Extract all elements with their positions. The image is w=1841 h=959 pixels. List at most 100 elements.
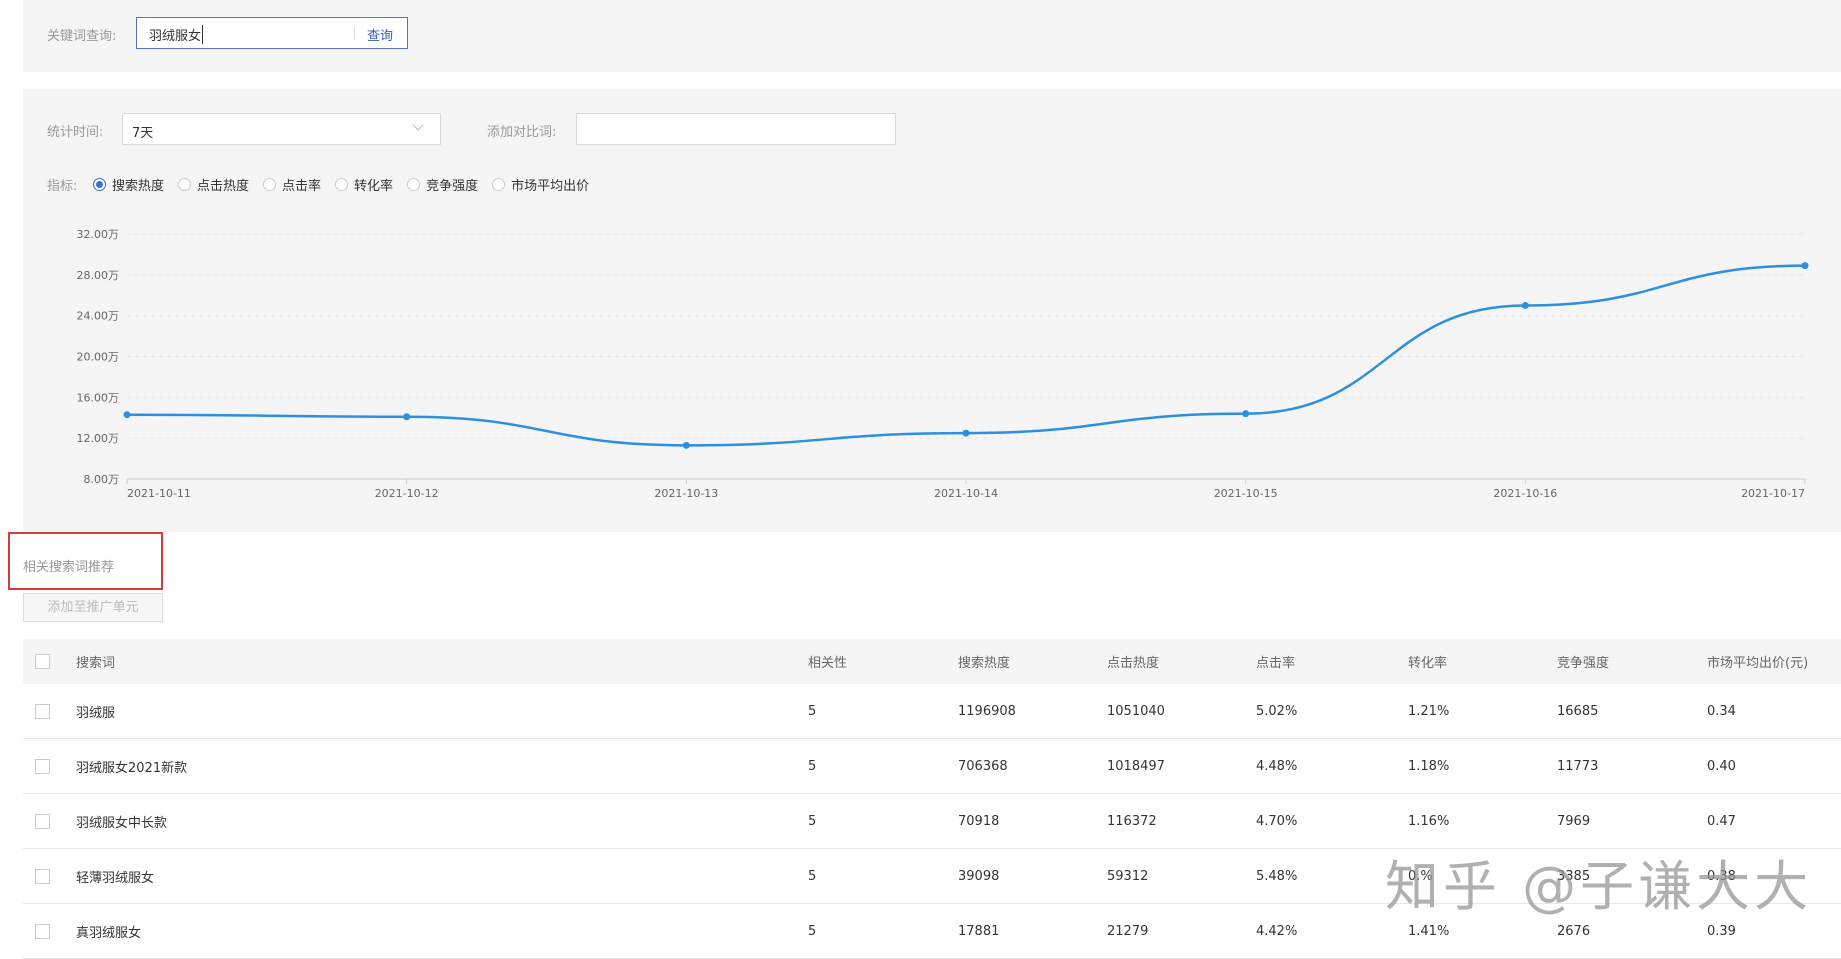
radio-icon [492,178,506,191]
column-header: 点击率 [1256,656,1296,671]
table-cell: 羽绒服 [76,705,116,721]
query-button[interactable]: 查询 [367,25,393,44]
table-cell: 17881 [958,923,1000,939]
data-point[interactable] [1242,410,1250,418]
compare-input[interactable] [576,113,896,145]
x-tick-label: 2021-10-12 [375,487,439,500]
table-cell: 70918 [958,813,1000,829]
metric-radio-group: 搜索热度 点击热度 点击率 转化率 竞争强度 市场平均出价 [93,175,603,194]
table-cell: 真羽绒服女 [76,925,142,941]
radio-label: 点击率 [282,179,322,194]
radio-click-heat[interactable]: 点击热度 [178,175,249,194]
radio-ctr[interactable]: 点击率 [263,175,321,194]
keyword-label: 关键词查询: [47,29,117,44]
table-row: 羽绒服女中长款 5 70918 116372 4.70% 1.16% 7969 0.47 [23,794,1841,849]
table-cell: 5 [808,703,817,719]
y-tick-label: 28.00万 [77,269,120,282]
row-checkbox[interactable] [35,923,50,939]
table-cell: 1196908 [958,703,1016,719]
related-title: 相关搜索词推荐 [23,560,115,575]
table-cell: 羽绒服女2021新款 [76,760,188,776]
series-line [126,264,1806,447]
table-cell: 116372 [1107,813,1157,829]
table-cell: 16685 [1557,703,1599,719]
table-cell: 5 [808,813,817,829]
y-tick-label: 20.00万 [77,351,120,364]
table-cell: 39098 [958,868,1000,884]
column-header: 搜索词 [76,656,116,671]
table-cell: 5 [808,923,817,939]
column-header: 点击热度 [1107,656,1160,671]
table-cell: 5.48% [1256,868,1298,884]
table-cell: 5.02% [1256,703,1298,719]
y-tick-label: 16.00万 [77,391,120,404]
row-checkbox[interactable] [35,868,50,884]
data-point[interactable] [123,411,131,419]
y-tick-label: 24.00万 [77,310,120,323]
column-header: 搜索热度 [958,656,1011,671]
metric-label: 指标: [47,179,78,194]
time-select[interactable]: 7天 [122,113,441,145]
add-to-unit-button[interactable]: 添加至推广单元 [23,593,163,622]
table-row: 羽绒服女2021新款 5 706368 1018497 4.48% 1.18% 11773 0… [23,739,1841,794]
radio-avg-bid[interactable]: 市场平均出价 [492,175,589,194]
radio-icon [335,178,349,191]
radio-selected-icon [93,178,106,191]
row-checkbox[interactable] [35,758,50,774]
table-cell: 59312 [1107,868,1149,884]
radio-conversion[interactable]: 转化率 [335,175,393,194]
table-cell: 4.70% [1256,813,1298,829]
x-tick-label: 2021-10-11 [127,487,191,500]
table-cell: 7969 [1557,813,1591,829]
table-cell: 1.41% [1408,923,1450,939]
add-to-unit-label: 添加至推广单元 [47,600,139,615]
table-cell: 5 [808,758,817,774]
y-tick-label: 12.00万 [77,432,120,445]
watermark: 知乎 @子谦大大 [1385,855,1813,918]
x-tick-label: 2021-10-13 [654,487,718,500]
table-cell: 706368 [958,758,1008,774]
table-cell: 1051040 [1107,703,1165,719]
x-tick-label: 2021-10-17 [1741,487,1805,500]
table-cell: 0.40 [1707,758,1736,774]
data-point[interactable] [1521,301,1529,309]
radio-icon [407,178,421,191]
radio-label: 搜索热度 [112,179,165,194]
x-tick-label: 2021-10-16 [1493,487,1557,500]
data-point[interactable] [682,441,690,449]
chevron-down-icon [412,119,424,131]
x-tick-label: 2021-10-14 [934,487,998,500]
table-cell: 1.21% [1408,703,1450,719]
x-tick-label: 2021-10-15 [1214,487,1278,500]
table-cell: 0.39 [1707,923,1736,939]
table-cell: 1.16% [1408,813,1450,829]
radio-label: 市场平均出价 [511,179,590,194]
table-cell: 5 [808,868,817,884]
compare-label: 添加对比词: [487,125,557,140]
trend-chart: 8.00万 12.00万 16.00万 20.00万 24.00万 28.00万 32.00… [77,228,1809,500]
y-tick-label: 32.00万 [77,228,120,241]
row-checkbox[interactable] [35,703,50,719]
data-point[interactable] [403,413,411,421]
keyword-input[interactable]: 羽绒服女 [149,25,204,44]
table-cell: 21279 [1107,923,1149,939]
table-cell: 11773 [1557,758,1599,774]
y-tick-label: 8.00万 [84,473,120,486]
table-cell: 1.18% [1408,758,1450,774]
radio-label: 竞争强度 [426,179,479,194]
table-cell: 2676 [1557,923,1591,939]
table-row: 羽绒服 5 1196908 1051040 5.02% 1.21% 16685 0.34 [23,684,1841,739]
radio-icon [263,178,277,191]
column-header: 市场平均出价(元) [1707,656,1809,671]
time-select-value: 7天 [132,126,154,141]
data-point[interactable] [1801,262,1809,270]
radio-competition[interactable]: 竞争强度 [407,175,478,194]
divider [354,27,355,40]
table-cell: 轻薄羽绒服女 [76,870,155,886]
data-point[interactable] [962,429,970,437]
select-all-checkbox[interactable] [35,654,50,669]
radio-icon [178,178,192,191]
column-header: 相关性 [808,656,848,671]
radio-search-heat[interactable]: 搜索热度 [93,175,164,194]
row-checkbox[interactable] [35,813,50,829]
